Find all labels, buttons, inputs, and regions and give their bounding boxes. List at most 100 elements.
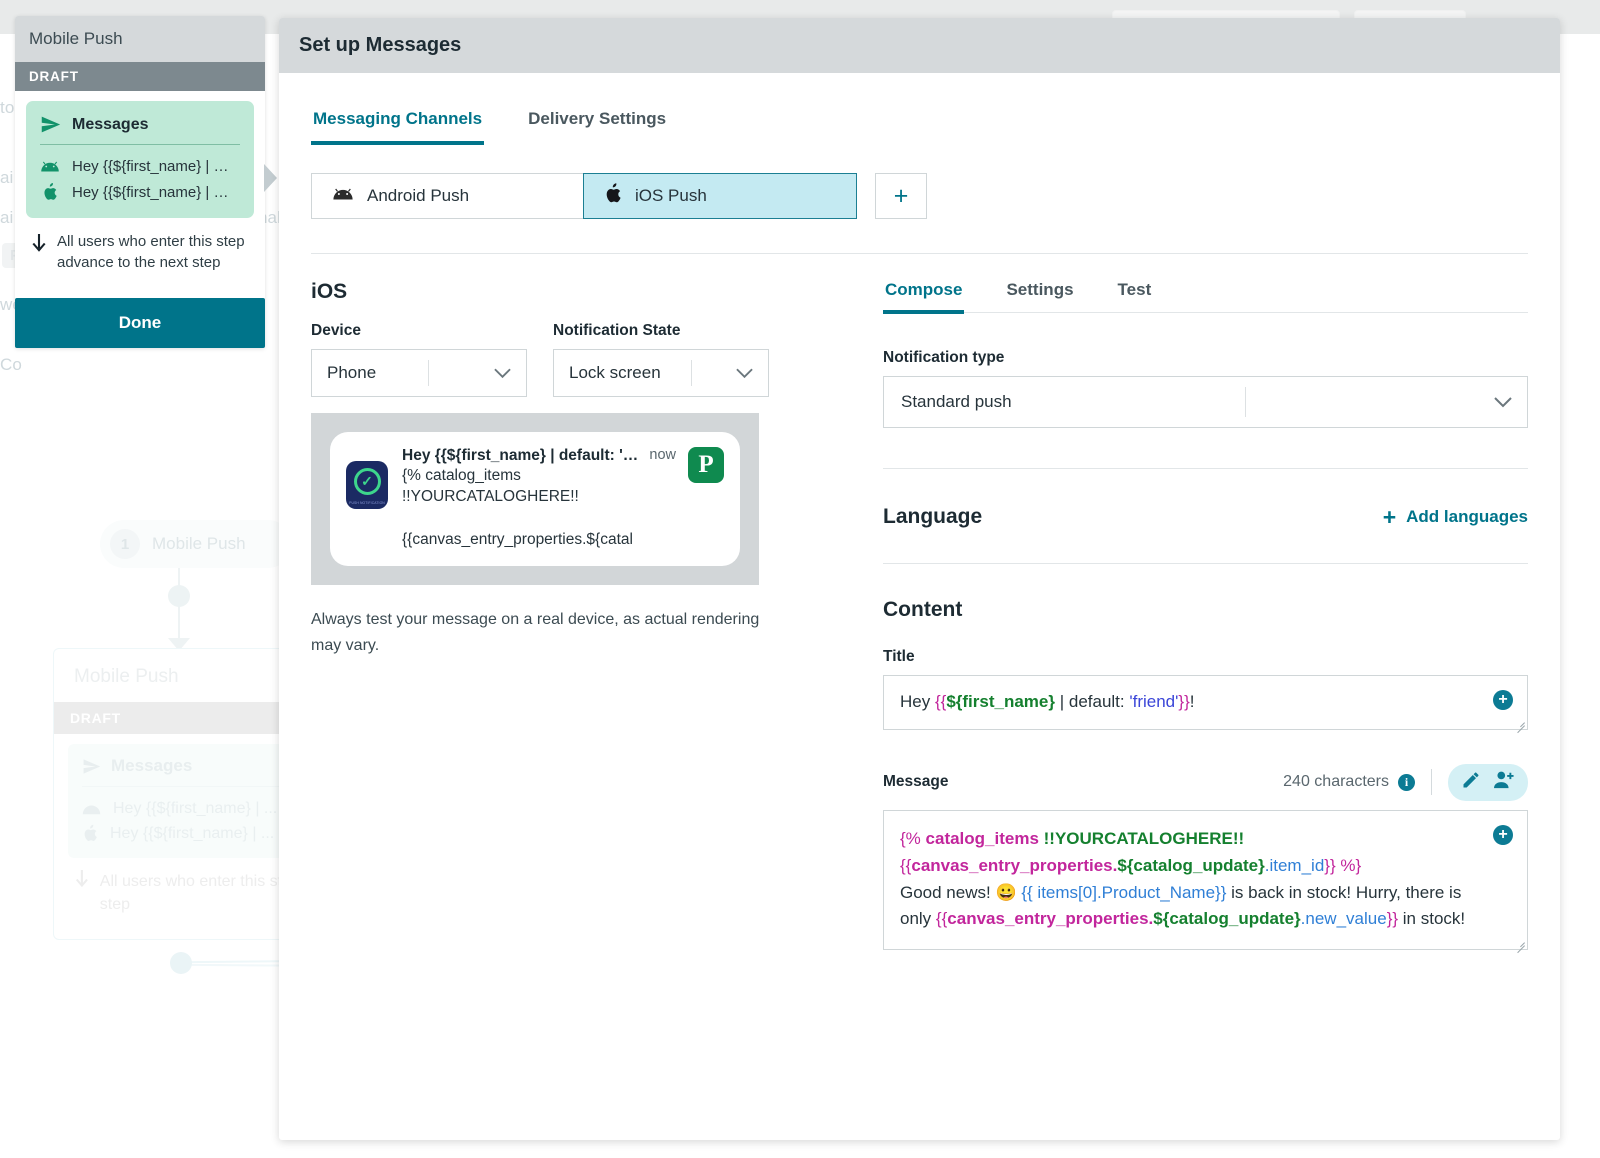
step-panel-footer: All users who enter this step advance to… (26, 218, 254, 276)
divider (1244, 387, 1246, 417)
title-field-label: Title (883, 648, 915, 665)
message-field-header: Message 240 characters i (883, 763, 1528, 801)
paper-plane-icon (83, 758, 101, 774)
notification-title: Hey {{${first_name} | default: 'frien… (402, 447, 639, 464)
message-list-item[interactable]: Hey {{${first_name} | … (40, 179, 240, 206)
tab-messaging-channels[interactable]: Messaging Channels (311, 103, 485, 145)
canvas-step-label: Mobile Push (152, 534, 246, 553)
step-panel-status-badge: DRAFT (15, 62, 265, 91)
messages-card-label: Messages (72, 115, 149, 133)
platform-title: iOS (311, 280, 348, 303)
paper-plane-icon (41, 116, 61, 133)
message-field-label: Message (883, 773, 949, 791)
insert-personalization-icon[interactable]: + (1493, 824, 1513, 845)
notification-preview: ✓ PUSH NOTIFICATION Hey {{${first_name} … (330, 432, 740, 566)
background-faded-text: ai (0, 168, 14, 187)
title-field-block: Title Hey {{${first_name} | default: 'fr… (883, 648, 1528, 730)
done-button[interactable]: Done (15, 297, 265, 348)
notification-type-value: Standard push (901, 392, 1012, 411)
compose-tabs: Compose Settings Test (883, 280, 1528, 314)
app-badge-caption: PUSH NOTIFICATION (349, 501, 385, 506)
notification-timestamp: now (649, 447, 676, 463)
notification-preview-wrapper: ✓ PUSH NOTIFICATION Hey {{${first_name} … (311, 413, 759, 585)
tab-compose[interactable]: Compose (883, 280, 965, 314)
android-icon (332, 186, 354, 206)
app-root: to ai ai nal we Co P 1 Mobile Push Mobil… (0, 0, 1600, 1158)
edit-pencil-icon[interactable] (1461, 770, 1481, 795)
add-user-icon[interactable] (1493, 770, 1515, 795)
content-heading: Content (883, 598, 963, 621)
language-section: Language + Add languages (883, 469, 1528, 529)
background-faded-text: to (0, 98, 15, 117)
channel-button-group: Android Push iOS Push (311, 173, 857, 219)
info-icon[interactable]: i (1398, 773, 1415, 791)
canvas-connector-line (178, 568, 180, 646)
apple-icon (84, 824, 97, 841)
step-panel-body: Messages Hey {{${first_name} | … Hey {{$… (15, 91, 265, 288)
tab-delivery-settings[interactable]: Delivery Settings (526, 103, 668, 145)
background-faded-text: ai (0, 208, 14, 227)
canvas-card-messages-label: Messages (111, 756, 193, 775)
modal-tabs: Messaging Channels Delivery Settings (311, 103, 1528, 145)
notification-state-label: Notification State (553, 322, 681, 339)
checkmark-icon: ✓ (353, 468, 381, 495)
channel-label: iOS Push (635, 186, 707, 205)
title-input[interactable]: Hey {{${first_name} | default: 'friend'}… (883, 675, 1528, 730)
language-title: Language (883, 505, 983, 528)
background-faded-text: Co (0, 355, 22, 374)
canvas-connector-dot[interactable] (168, 585, 190, 607)
message-toolbar: 240 characters i (1283, 763, 1528, 801)
canvas-bottom-dot[interactable] (170, 952, 192, 974)
modal-body: Messaging Channels Delivery Settings And… (279, 73, 1560, 951)
device-label: Device (311, 322, 361, 339)
add-languages-button[interactable]: + Add languages (1383, 505, 1528, 529)
canvas-card-title: Mobile Push (74, 665, 179, 687)
resize-handle[interactable] (1515, 937, 1525, 947)
divider (427, 360, 429, 386)
canvas-step-node[interactable]: 1 Mobile Push (100, 520, 292, 568)
canvas-card-row-text: Hey {{${first_name} | ... (113, 800, 278, 817)
notification-body-line-3: {{canvas_entry_properties.${catal (402, 530, 633, 548)
notification-body-line-1: {% catalog_items (402, 467, 521, 484)
apple-icon (40, 183, 60, 202)
android-icon (82, 805, 101, 814)
insert-personalization-icon[interactable]: + (1493, 690, 1513, 710)
preview-disclaimer: Always test your message on a real devic… (311, 610, 760, 654)
canvas-card-row-text: Hey {{${first_name} | ... (110, 824, 275, 842)
messages-card-header: Messages (40, 114, 240, 144)
resize-handle[interactable] (1515, 717, 1525, 727)
message-list-item-text: Hey {{${first_name} | … (72, 184, 229, 201)
preview-column: iOS Device Phone Notification State Lock… (311, 280, 847, 950)
channel-button-android-push[interactable]: Android Push (311, 173, 583, 219)
tab-settings[interactable]: Settings (1004, 280, 1075, 314)
chevron-down-icon (722, 368, 768, 379)
notification-state-select-value: Lock screen (569, 363, 661, 382)
setup-messages-modal: Set up Messages Messaging Channels Deliv… (279, 18, 1560, 1140)
notification-state-control: Notification State Lock screen (553, 322, 769, 397)
notification-type-label: Notification type (883, 349, 1005, 366)
notification-state-select[interactable]: Lock screen (553, 349, 769, 397)
divider (311, 253, 1528, 254)
notification-type-select[interactable]: Standard push (883, 376, 1528, 428)
notification-type-block: Notification type Standard push (883, 313, 1528, 428)
app-badge-icon: ✓ PUSH NOTIFICATION (346, 461, 388, 509)
apple-icon (604, 182, 622, 210)
device-control: Device Phone (311, 322, 527, 397)
tab-test[interactable]: Test (1116, 280, 1154, 314)
device-select[interactable]: Phone (311, 349, 527, 397)
notification-top-row: Hey {{${first_name} | default: 'frien… {… (402, 447, 724, 508)
add-channel-button[interactable]: + (875, 173, 927, 219)
message-input[interactable]: {% catalog_items !!YOURCATALOGHERE!! {{c… (883, 809, 1528, 951)
modal-title: Set up Messages (279, 18, 1560, 73)
message-actions-pill[interactable] (1448, 763, 1528, 801)
channel-label: Android Push (367, 186, 470, 205)
message-list-item[interactable]: Hey {{${first_name} | … (40, 154, 240, 179)
notification-body-line-2: !!YOURCATALOGHERE!! (402, 488, 579, 506)
messages-card[interactable]: Messages Hey {{${first_name} | … Hey {{$… (26, 101, 254, 218)
channel-button-ios-push[interactable]: iOS Push (583, 173, 857, 219)
step-panel-footer-text: All users who enter this step advance to… (57, 233, 245, 272)
step-detail-panel: Mobile Push DRAFT Messages Hey {{${first… (15, 16, 277, 348)
divider (1431, 769, 1432, 796)
add-languages-label: Add languages (1406, 507, 1528, 526)
character-count: 240 characters (1283, 773, 1389, 791)
